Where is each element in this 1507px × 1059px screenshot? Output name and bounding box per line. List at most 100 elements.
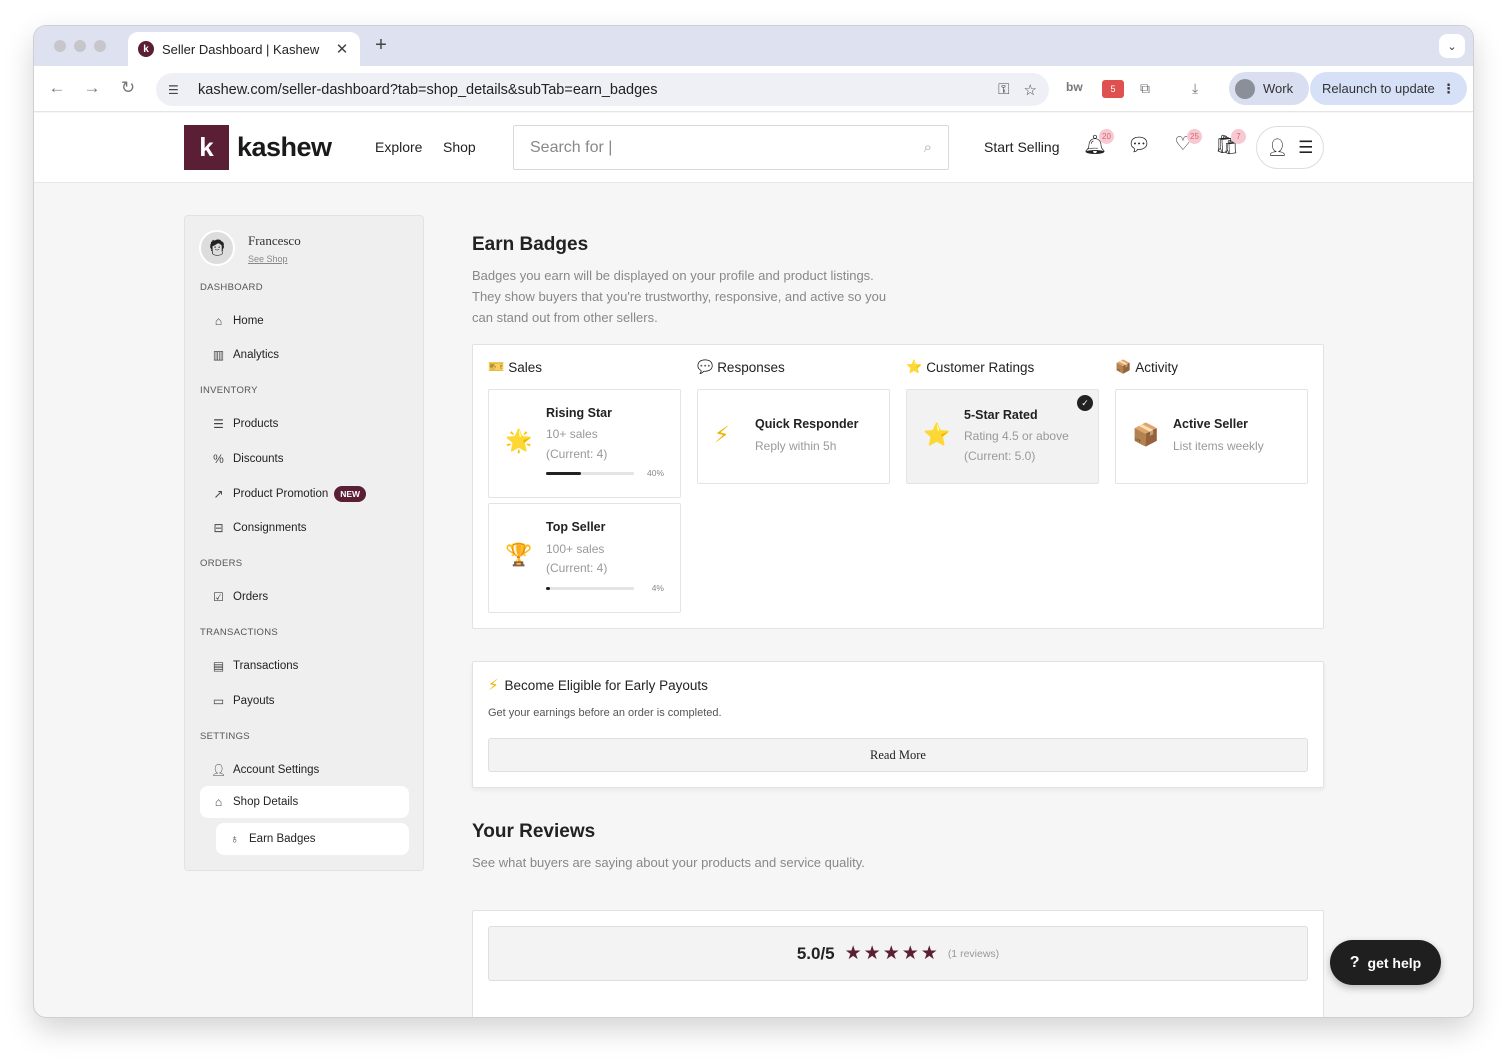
extensions-puzzle-icon[interactable]: ⧉ — [1140, 80, 1150, 97]
rating-summary: 5.0/5 ★★★★★ (1 reviews) — [488, 926, 1308, 981]
user-icon: 👤︎ — [1266, 137, 1289, 157]
extension-calendar-icon[interactable]: 5 — [1102, 80, 1124, 98]
column-activity: 📦 Activity — [1115, 359, 1178, 375]
badge-progress-bar — [546, 472, 634, 475]
sidebar-item-transactions[interactable]: ▤ Transactions — [200, 650, 409, 682]
badge-current: (Current: 4) — [546, 561, 608, 575]
minimize-window-button[interactable] — [74, 40, 86, 52]
checkbox-icon: ☑ — [213, 590, 224, 604]
reviews-panel: 5.0/5 ★★★★★ (1 reviews) — [472, 910, 1324, 1017]
more-vert-icon: ⋮ — [1442, 80, 1455, 96]
forward-arrow-icon[interactable]: → — [81, 78, 103, 98]
section-orders: ORDERS — [200, 558, 243, 569]
kashew-logo[interactable]: k kashew — [184, 125, 332, 170]
badge-card-rising-star[interactable]: 🌟 Rising Star 10+ sales (Current: 4) 40% — [488, 389, 681, 498]
early-payouts-card: ⚡︎ Become Eligible for Early Payouts Get… — [472, 661, 1324, 788]
tab-close-icon[interactable]: ✕ — [334, 40, 350, 58]
download-icon[interactable]: ⤓ — [1192, 80, 1198, 97]
favorites-heart-icon[interactable]: ♡ 25 — [1170, 129, 1202, 159]
seller-name: Francesco — [248, 232, 301, 248]
percent-icon: % — [213, 452, 224, 466]
maximize-window-button[interactable] — [94, 40, 106, 52]
search-icon[interactable]: ⌕ — [924, 139, 932, 156]
star-icon: ⭐ — [923, 422, 951, 447]
badge-card-active-seller[interactable]: 📦 Active Seller List items weekly — [1115, 389, 1308, 484]
sidebar-item-account-settings[interactable]: 👤︎ Account Settings — [200, 754, 409, 786]
progress-percent: 4% — [651, 583, 664, 593]
sidebar-item-payouts[interactable]: ▭ Payouts — [200, 685, 409, 717]
badge-card-quick-responder[interactable]: ⚡︎ Quick Responder Reply within 5h — [697, 389, 890, 484]
sidebar-item-shop-details[interactable]: ⌂ Shop Details — [200, 786, 409, 818]
sidebar-item-label: Account Settings — [233, 764, 320, 776]
user-menu-button[interactable]: 👤︎ ☰ — [1256, 126, 1324, 169]
avatar — [1235, 78, 1255, 99]
relaunch-button[interactable]: Relaunch to update ⋮ — [1310, 72, 1467, 105]
read-more-button[interactable]: Read More — [488, 738, 1308, 772]
badge-card-five-star-rated[interactable]: ✓ ⭐ 5-Star Rated Rating 4.5 or above (Cu… — [906, 389, 1099, 484]
sidebar-item-orders[interactable]: ☑ Orders — [200, 581, 409, 613]
new-badge: NEW — [334, 486, 367, 502]
search-input[interactable]: Search for | ⌕ — [513, 125, 949, 170]
sidebar-item-label: Consignments — [233, 522, 307, 534]
close-window-button[interactable] — [54, 40, 66, 52]
list-icon: ☰ — [213, 417, 224, 431]
badge-title: 5-Star Rated — [964, 408, 1038, 422]
review-count[interactable]: (1 reviews) — [948, 948, 999, 960]
back-arrow-icon[interactable]: ← — [46, 78, 68, 98]
badge-card-top-seller[interactable]: 🏆 Top Seller 100+ sales (Current: 4) 4% — [488, 503, 681, 613]
credit-card-icon: ▭ — [212, 694, 225, 708]
badge-title: Top Seller — [546, 520, 606, 534]
package-icon: 📦 — [1132, 422, 1160, 447]
column-label: Sales — [508, 359, 542, 375]
sidebar-item-product-promotion[interactable]: ↗ Product Promotion NEW — [200, 478, 409, 510]
sidebar-item-label: Home — [233, 315, 264, 327]
site-info-icon[interactable]: ☰ — [168, 83, 186, 97]
progress-fill — [546, 587, 550, 590]
extension-badge: 5 — [1110, 84, 1116, 94]
sofa-icon: ⊟ — [213, 521, 224, 535]
cart-bag-icon[interactable]: 🛍︎ 7 — [1214, 129, 1246, 159]
new-tab-button[interactable]: + — [370, 34, 392, 58]
sidebar-item-analytics[interactable]: ▥ Analytics — [200, 339, 409, 371]
get-help-button[interactable]: ? get help — [1330, 940, 1441, 985]
browser-tab[interactable]: k Seller Dashboard | Kashew ✕ — [128, 32, 360, 66]
messages-icon[interactable]: 💬︎ — [1126, 133, 1152, 159]
address-bar[interactable]: ☰ kashew.com/seller-dashboard?tab=shop_d… — [156, 73, 1049, 106]
trophy-icon: 🏆 — [505, 542, 533, 567]
bar-chart-icon: ▥ — [212, 348, 225, 362]
sidebar-item-label: Product Promotion — [233, 488, 329, 500]
rating-score: 5.0/5 — [796, 943, 835, 963]
tab-title: Seller Dashboard | Kashew — [162, 41, 320, 57]
earn-badges-title: Earn Badges — [472, 234, 589, 255]
reload-icon[interactable]: ↻ — [117, 78, 139, 98]
nav-shop[interactable]: Shop — [443, 139, 476, 155]
badge-title: Quick Responder — [755, 417, 859, 431]
tab-search-chevron-icon[interactable]: ⌄ — [1439, 34, 1465, 58]
sidebar-item-discounts[interactable]: % Discounts — [200, 443, 409, 475]
search-placeholder: Search for | — [530, 138, 613, 156]
section-inventory: INVENTORY — [200, 385, 258, 396]
sidebar-item-label: Analytics — [233, 349, 280, 361]
extension-bw-icon[interactable]: bw — [1066, 80, 1083, 94]
get-help-label: get help — [1367, 954, 1422, 971]
key-icon[interactable]: ⚿ — [998, 81, 1009, 98]
sidebar-item-home[interactable]: ⌂ Home — [200, 305, 409, 337]
your-reviews-description: See what buyers are saying about your pr… — [472, 855, 865, 870]
sidebar-item-earn-badges[interactable]: ♁ Earn Badges — [216, 823, 409, 855]
notifications-bell-icon[interactable]: 🔔︎ 20 — [1082, 129, 1114, 159]
url-text[interactable]: kashew.com/seller-dashboard?tab=shop_det… — [198, 82, 984, 98]
sidebar-item-label: Transactions — [233, 660, 299, 672]
start-selling-link[interactable]: Start Selling — [984, 139, 1059, 155]
badge-requirement: 100+ sales — [546, 542, 605, 556]
profile-button[interactable]: Work — [1229, 72, 1309, 105]
see-shop-link[interactable]: See Shop — [248, 254, 301, 264]
sidebar-item-products[interactable]: ☰ Products — [200, 408, 409, 440]
badge-requirement: Reply within 5h — [755, 439, 837, 453]
seller-avatar[interactable]: 🧑︎ — [199, 230, 235, 266]
bookmark-star-icon[interactable]: ☆ — [1024, 81, 1037, 99]
nav-explore[interactable]: Explore — [375, 139, 422, 155]
sidebar-item-label: Discounts — [233, 453, 284, 465]
sidebar-item-consignments[interactable]: ⊟ Consignments — [200, 512, 409, 544]
column-customer-ratings: ⭐ Customer Ratings — [906, 359, 1034, 375]
favorites-count-badge: 25 — [1187, 129, 1202, 144]
